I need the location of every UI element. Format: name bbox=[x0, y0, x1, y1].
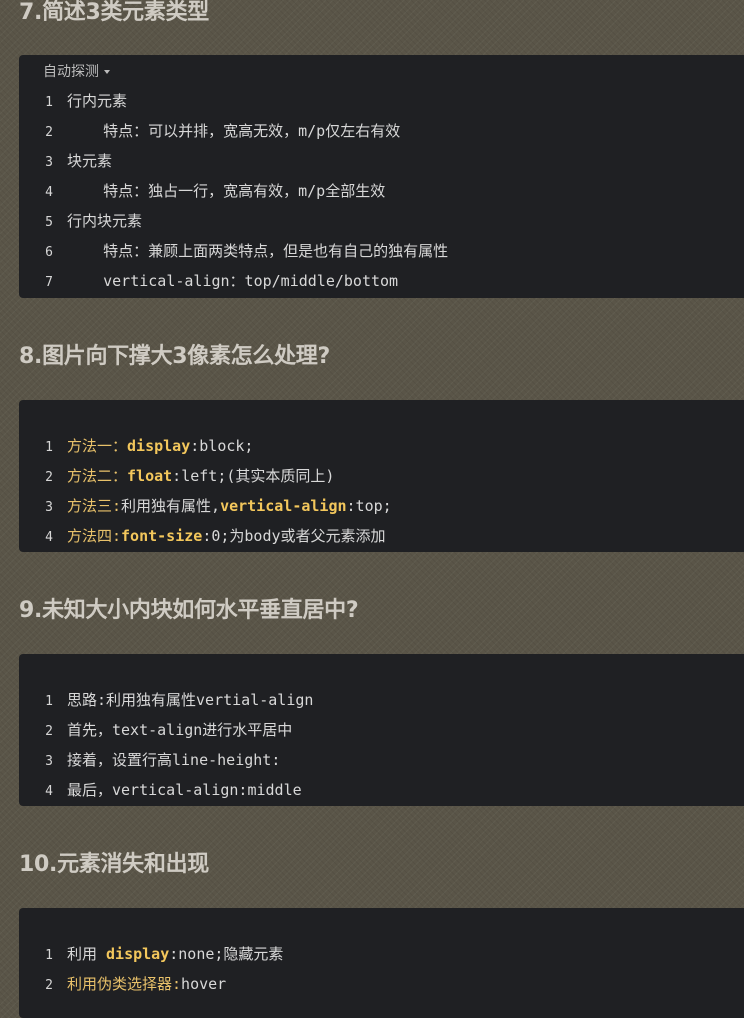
code-token: font-size bbox=[121, 527, 203, 545]
code-line: 3 方法三:利用独有属性,vertical-align:top; bbox=[19, 491, 392, 521]
language-detect-label: 自动探测 bbox=[43, 64, 99, 80]
line-number: 6 bbox=[45, 245, 53, 260]
caret-down-icon bbox=[104, 70, 110, 74]
code-line: 1 利用 display:none;隐藏元素 bbox=[19, 939, 283, 969]
code-line: 7 vertical-align：top/middle/bottom bbox=[19, 266, 398, 296]
code-line: 1 思路:利用独有属性vertial-align bbox=[19, 685, 313, 715]
line-number: 1 bbox=[45, 694, 53, 709]
code-token: :left;(其实本质同上) bbox=[172, 467, 335, 485]
line-number: 4 bbox=[45, 185, 53, 200]
code-line: 2 利用伪类选择器:hover bbox=[19, 969, 226, 999]
code-token: :0;为body或者父元素添加 bbox=[202, 527, 386, 545]
section-heading-7: 7.简述3类元素类型 bbox=[19, 0, 209, 25]
language-detect-dropdown[interactable]: 自动探测 bbox=[43, 63, 110, 81]
code-token: 特点：兼顾上面两类特点，但是也有自己的独有属性 bbox=[67, 242, 449, 260]
code-line: 4 方法四:font-size:0;为body或者父元素添加 bbox=[19, 521, 386, 551]
code-token: hover bbox=[181, 975, 227, 993]
line-number: 2 bbox=[45, 125, 53, 140]
line-number: 4 bbox=[45, 530, 53, 545]
code-line: 4 最后，vertical-align:middle bbox=[19, 775, 302, 805]
code-block-8: 1 方法一：display:block; 2 方法二：float:left;(其实本质… bbox=[19, 400, 744, 552]
code-block-7: 自动探测 1 行内元素 2 特点：可以并排，宽高无效，m/p仅左右有效 3 块元素 4 特… bbox=[19, 55, 744, 298]
code-token: 首先，text-align进行水平居中 bbox=[67, 721, 293, 739]
code-token: 块元素 bbox=[67, 152, 113, 170]
line-number: 2 bbox=[45, 724, 53, 739]
code-token: :none;隐藏元素 bbox=[169, 945, 284, 963]
code-token: display bbox=[127, 437, 191, 455]
code-token: 行内块元素 bbox=[67, 212, 143, 230]
code-line: 2 首先，text-align进行水平居中 bbox=[19, 715, 292, 745]
code-token: 最后，vertical-align:middle bbox=[67, 781, 302, 799]
code-token: 利用独有属性, bbox=[121, 497, 221, 515]
line-number: 3 bbox=[45, 155, 53, 170]
code-token: :block; bbox=[190, 437, 254, 455]
code-line: 6 特点：兼顾上面两类特点，但是也有自己的独有属性 bbox=[19, 236, 448, 266]
code-line: 3 接着，设置行高line-height: bbox=[19, 745, 280, 775]
code-token: 接着，设置行高line-height: bbox=[67, 751, 281, 769]
line-number: 5 bbox=[45, 215, 53, 230]
code-line: 1 方法一：display:block; bbox=[19, 431, 253, 461]
line-number: 4 bbox=[45, 784, 53, 799]
section-heading-8: 8.图片向下撑大3像素怎么处理? bbox=[19, 344, 330, 369]
code-line: 4 特点：独占一行，宽高有效，m/p全部生效 bbox=[19, 176, 385, 206]
section-heading-10: 10.元素消失和出现 bbox=[19, 852, 209, 877]
line-number: 2 bbox=[45, 470, 53, 485]
code-token: 思路:利用独有属性vertial-align bbox=[67, 691, 314, 709]
code-block-10: 1 利用 display:none;隐藏元素 2 利用伪类选择器:hover bbox=[19, 908, 744, 1018]
line-number: 1 bbox=[45, 95, 53, 110]
code-token: 利用 bbox=[67, 945, 107, 963]
line-number: 7 bbox=[45, 275, 53, 290]
code-token: 特点：独占一行，宽高有效，m/p全部生效 bbox=[67, 182, 386, 200]
code-line: 2 特点：可以并排，宽高无效，m/p仅左右有效 bbox=[19, 116, 400, 146]
code-token: float bbox=[127, 467, 173, 485]
code-token: 方法四: bbox=[67, 527, 122, 545]
line-number: 2 bbox=[45, 978, 53, 993]
code-line: 5 行内块元素 bbox=[19, 206, 142, 236]
line-number: 3 bbox=[45, 500, 53, 515]
code-token: display bbox=[106, 945, 170, 963]
code-token: 方法三: bbox=[67, 497, 122, 515]
code-token: 特点：可以并排，宽高无效，m/p仅左右有效 bbox=[67, 122, 401, 140]
code-line: 3 块元素 bbox=[19, 146, 112, 176]
section-heading-9: 9.未知大小内块如何水平垂直居中? bbox=[19, 598, 359, 623]
line-number: 1 bbox=[45, 440, 53, 455]
code-block-9: 1 思路:利用独有属性vertial-align 2 首先，text-align进行水… bbox=[19, 654, 744, 806]
line-number: 1 bbox=[45, 948, 53, 963]
code-line: 2 方法二：float:left;(其实本质同上) bbox=[19, 461, 334, 491]
code-token: 方法二： bbox=[67, 467, 128, 485]
code-token: 方法一： bbox=[67, 437, 128, 455]
code-token: 利用伪类选择器: bbox=[67, 975, 182, 993]
code-token: vertical-align：top/middle/bottom bbox=[67, 272, 399, 290]
code-token: vertical-align bbox=[220, 497, 347, 515]
code-token: 行内元素 bbox=[67, 92, 128, 110]
code-line: 1 行内元素 bbox=[19, 86, 127, 116]
code-token: :top; bbox=[346, 497, 392, 515]
line-number: 3 bbox=[45, 754, 53, 769]
